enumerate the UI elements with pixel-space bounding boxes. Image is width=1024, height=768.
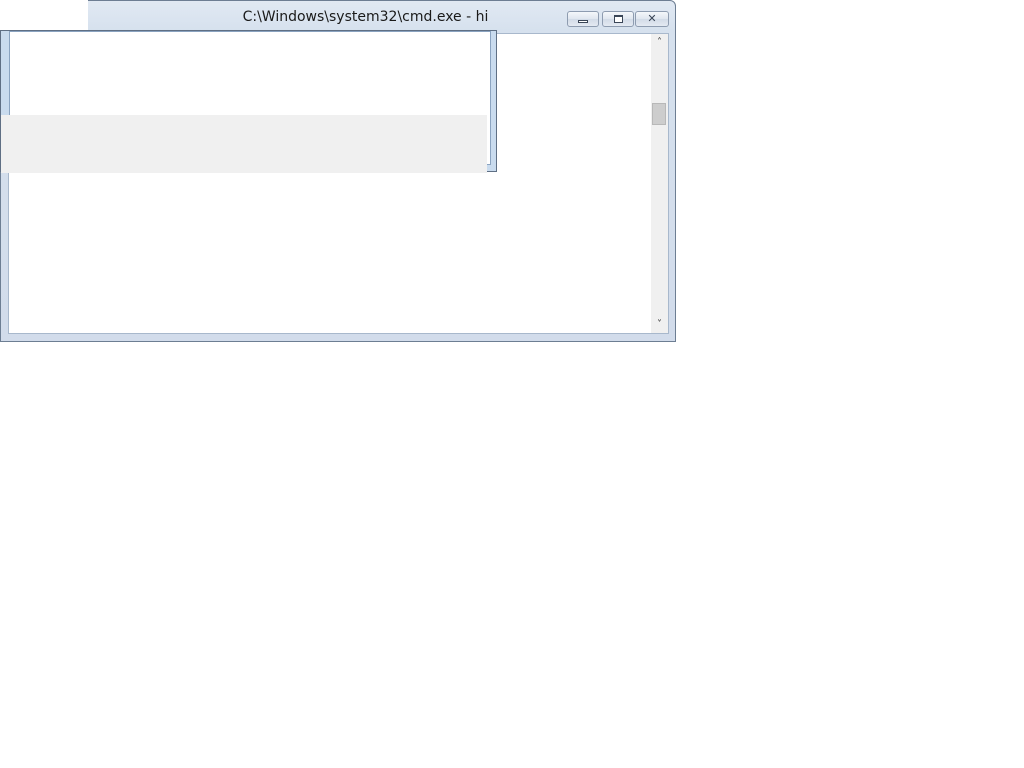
- scroll-down-arrow-icon[interactable]: ˅: [651, 316, 668, 333]
- desktop: C:\Windows\system32\cmd.exe - hi ✕ ˄ ˅: [0, 0, 1024, 768]
- desktop-patch: [0, 0, 88, 30]
- close-icon: ✕: [647, 12, 657, 25]
- dialog-content-tab: [8, 142, 414, 156]
- close-button[interactable]: ✕: [635, 11, 669, 27]
- maximize-icon: [614, 15, 623, 23]
- scrollbar-thumb[interactable]: [652, 103, 666, 125]
- scroll-up-arrow-icon[interactable]: ˄: [651, 34, 668, 51]
- minimize-icon: [578, 20, 588, 23]
- maximize-button[interactable]: [602, 11, 634, 27]
- minimize-button[interactable]: [567, 11, 599, 27]
- vertical-scrollbar[interactable]: ˄ ˅: [651, 34, 668, 333]
- title-bar[interactable]: C:\Windows\system32\cmd.exe - hi ✕: [1, 1, 675, 33]
